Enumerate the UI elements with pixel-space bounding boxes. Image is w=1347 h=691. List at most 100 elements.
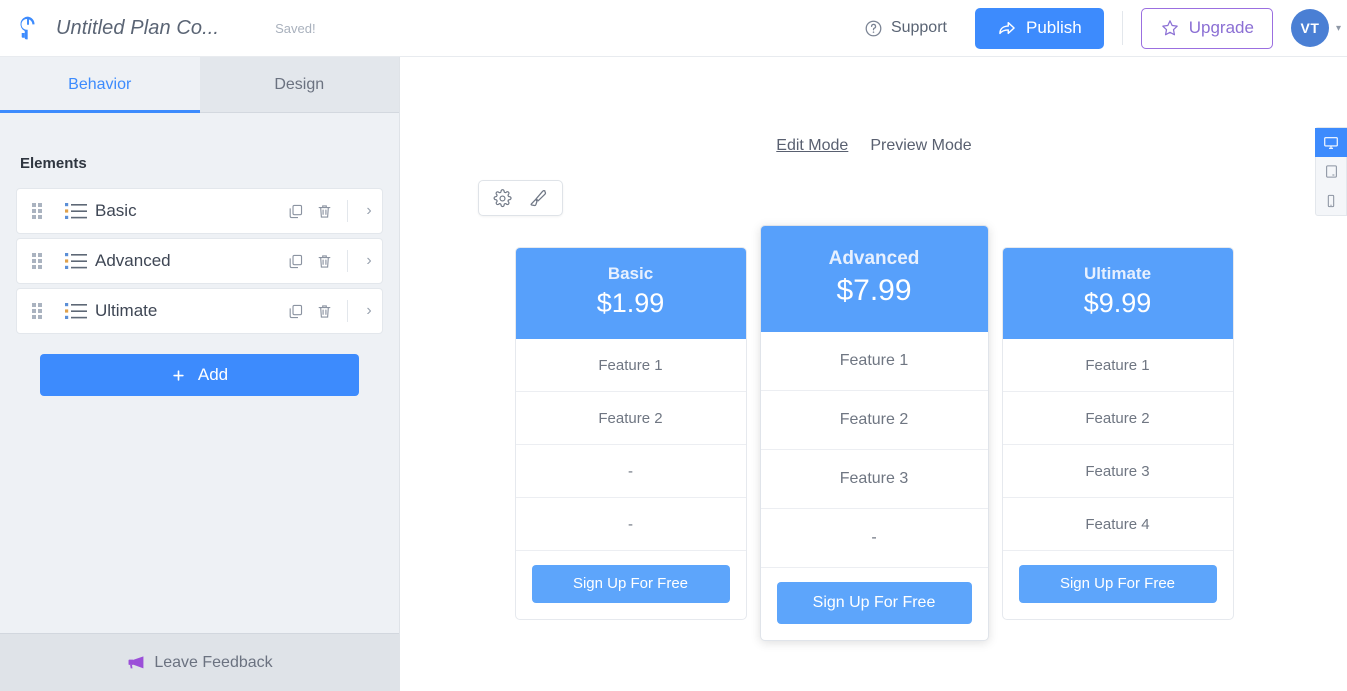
trash-icon[interactable] [316, 303, 333, 320]
pricing-card-advanced[interactable]: Advanced $7.99 Feature 1 Feature 2 Featu… [759, 225, 989, 641]
share-arrow-icon [999, 21, 1015, 35]
feature-row: - [515, 498, 746, 551]
paintbrush-icon[interactable] [524, 186, 552, 210]
desktop-icon [1324, 136, 1338, 149]
publish-label: Publish [1025, 18, 1082, 37]
tab-design[interactable]: Design [199, 57, 399, 113]
feature-row: Feature 2 [515, 392, 746, 445]
trash-icon[interactable] [316, 253, 333, 270]
tab-design-label: Design [274, 75, 325, 93]
drag-handle-icon[interactable] [17, 253, 57, 269]
add-label: Add [197, 365, 229, 384]
tab-behavior-label: Behavior [68, 76, 132, 93]
support-label: Support [890, 19, 947, 36]
list-icon [57, 252, 95, 270]
leave-feedback-label: Leave Feedback [154, 653, 273, 671]
copy-icon[interactable] [287, 303, 304, 320]
element-row-ultimate[interactable]: Ultimate › [16, 288, 383, 334]
element-row-basic[interactable]: Basic › [16, 188, 383, 234]
user-avatar[interactable]: VT [1290, 9, 1329, 47]
preview-mode-toggle[interactable]: Preview Mode [870, 137, 971, 155]
chevron-right-icon[interactable]: › [356, 252, 382, 270]
topbar-actions: Support Publish Upgrade VT ▾ [864, 7, 1347, 49]
trash-icon[interactable] [316, 203, 333, 220]
element-actions [287, 300, 356, 322]
element-label: Ultimate [95, 301, 158, 320]
element-row-advanced[interactable]: Advanced › [16, 238, 383, 284]
feature-row: Feature 1 [515, 339, 746, 392]
action-divider [347, 250, 348, 272]
left-sidebar: Behavior Design Elements Basic › Advance… [0, 57, 400, 691]
document-title[interactable]: Untitled Plan Co... [56, 17, 219, 40]
editor-canvas: Edit Mode Preview Mode Basic $1.99 Featu… [401, 57, 1347, 691]
tab-behavior[interactable]: Behavior [0, 57, 200, 113]
feature-row: Feature 1 [1002, 339, 1233, 392]
device-tablet-button[interactable] [1315, 157, 1347, 186]
mode-switcher: Edit Mode Preview Mode [401, 137, 1347, 155]
device-mobile-button[interactable] [1315, 186, 1347, 215]
pricing-card-basic[interactable]: Basic $1.99 Feature 1 Feature 2 - - Sign… [514, 247, 747, 620]
signup-button[interactable]: Sign Up For Free [1018, 565, 1217, 603]
elements-heading: Elements [20, 155, 87, 172]
drag-handle-icon[interactable] [17, 203, 57, 219]
chevron-right-icon[interactable]: › [356, 302, 382, 320]
plus-icon [173, 369, 184, 381]
action-divider [347, 300, 348, 322]
pricing-cards: Basic $1.99 Feature 1 Feature 2 - - Sign… [401, 225, 1347, 641]
account-chevron-down-icon[interactable]: ▾ [1336, 23, 1341, 34]
paintbrush-icon-glyph [530, 189, 547, 207]
element-label: Basic [95, 201, 137, 220]
element-actions [287, 250, 356, 272]
upgrade-button[interactable]: Upgrade [1140, 7, 1273, 49]
plan-name: Ultimate [1083, 264, 1152, 283]
publish-button[interactable]: Publish [974, 7, 1104, 49]
list-icon [57, 302, 95, 320]
feature-row: - [515, 445, 746, 498]
feature-row: Feature 2 [1002, 392, 1233, 445]
feature-row: Feature 4 [1002, 498, 1233, 551]
gear-icon[interactable] [489, 187, 516, 210]
plan-name: Advanced [828, 248, 920, 269]
sidebar-tabs: Behavior Design [0, 57, 399, 113]
feature-row: Feature 1 [760, 332, 988, 391]
wrench-power-logo-icon [20, 16, 35, 40]
add-element-button[interactable]: Add [40, 354, 359, 396]
card-header: Advanced $7.99 [760, 226, 988, 332]
copy-icon[interactable] [287, 203, 304, 220]
action-divider [347, 200, 348, 222]
plan-price: $1.99 [596, 288, 665, 318]
chevron-right-icon[interactable]: › [356, 202, 382, 220]
feature-row: Feature 3 [1002, 445, 1233, 498]
device-switcher [1315, 127, 1347, 216]
gear-icon-glyph [493, 188, 512, 207]
card-header: Ultimate $9.99 [1002, 248, 1233, 339]
star-icon [1161, 20, 1178, 36]
feature-row: Feature 2 [760, 391, 988, 450]
toolbar-divider [1121, 11, 1123, 45]
signup-button[interactable]: Sign Up For Free [531, 565, 730, 603]
support-button[interactable]: Support [864, 19, 947, 38]
drag-handle-icon[interactable] [17, 303, 57, 319]
cta-wrapper: Sign Up For Free [761, 568, 988, 640]
pricing-card-ultimate[interactable]: Ultimate $9.99 Feature 1 Feature 2 Featu… [1001, 247, 1234, 620]
app-logo[interactable] [0, 15, 56, 41]
plan-price: $7.99 [836, 274, 912, 307]
card-header: Basic $1.99 [515, 248, 746, 339]
signup-button[interactable]: Sign Up For Free [776, 582, 972, 624]
app-root: Untitled Plan Co... Saved! Support Publi… [0, 0, 1347, 691]
leave-feedback-button[interactable]: Leave Feedback [0, 633, 399, 691]
elements-panel: Elements Basic › Advanced › Ultimate › A… [0, 113, 399, 633]
element-actions [287, 200, 356, 222]
mobile-icon [1327, 194, 1335, 207]
top-bar: Untitled Plan Co... Saved! Support Publi… [0, 0, 1347, 57]
list-icon [57, 202, 95, 220]
upgrade-label: Upgrade [1188, 18, 1254, 37]
tablet-icon [1325, 165, 1337, 178]
feature-row: Feature 3 [760, 450, 988, 509]
list-icon-glyph [65, 303, 87, 319]
plan-price: $9.99 [1083, 288, 1152, 318]
list-icon-glyph [65, 203, 87, 219]
edit-mode-toggle[interactable]: Edit Mode [776, 137, 848, 155]
device-desktop-button[interactable] [1315, 128, 1347, 157]
copy-icon[interactable] [287, 253, 304, 270]
